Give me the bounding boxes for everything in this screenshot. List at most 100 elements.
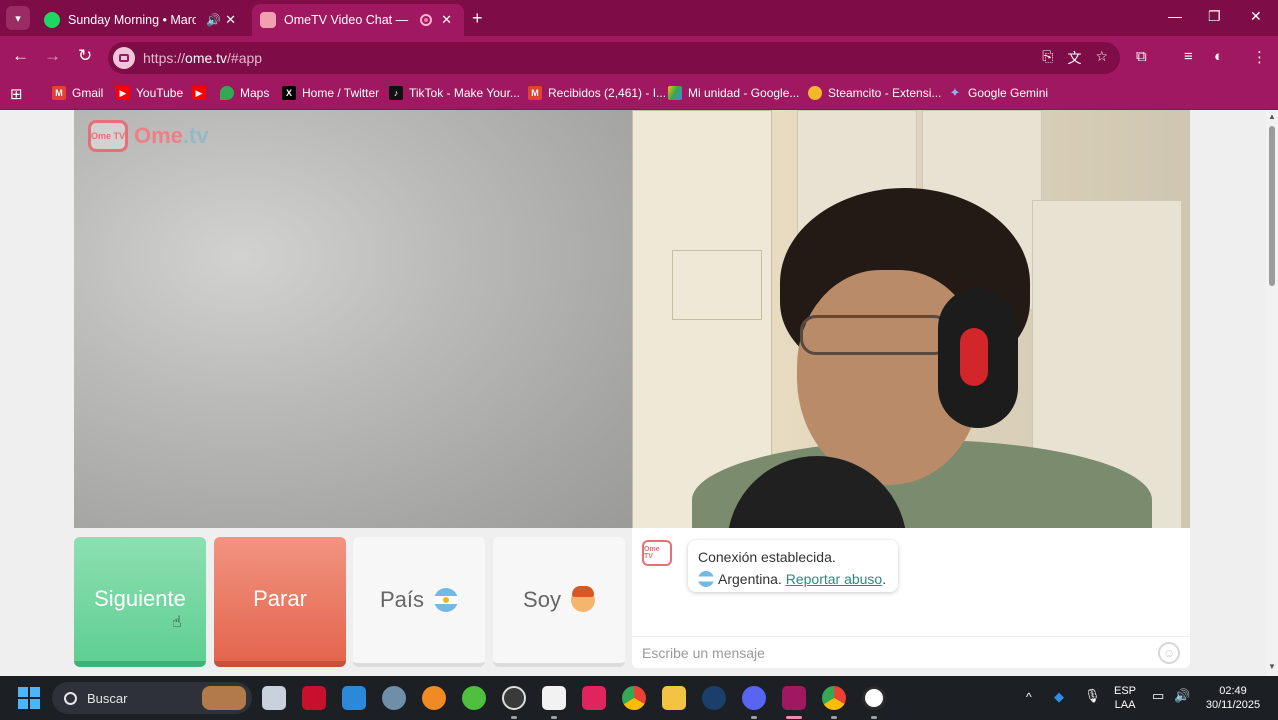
gmail-icon: M xyxy=(52,86,66,100)
close-window-icon[interactable]: ✕ xyxy=(1250,8,1262,25)
new-tab-icon[interactable]: + xyxy=(472,8,483,28)
spotify-icon xyxy=(44,12,60,28)
extensions-icon[interactable]: ⧉ xyxy=(1136,48,1147,65)
bookmark-gemini[interactable]: ✦ Google Gemini xyxy=(948,85,1049,100)
microphone-icon[interactable]: 🎙 xyxy=(1084,689,1101,703)
app-window-icon[interactable] xyxy=(342,686,366,710)
gender-button[interactable]: Soy xyxy=(493,537,625,667)
scroll-thumb[interactable] xyxy=(1269,126,1275,286)
file-explorer-icon[interactable] xyxy=(662,686,686,710)
tab-spotify[interactable]: Sunday Morning • Maroon 🔊 ✕ xyxy=(36,4,248,36)
minimize-icon[interactable]: — xyxy=(1168,8,1182,24)
network-icon[interactable]: ▭ xyxy=(1152,689,1164,703)
steam-icon[interactable] xyxy=(702,686,726,710)
tab-ometv[interactable]: OmeTV Video Chat — Ome ✕ xyxy=(252,4,464,36)
install-app-icon[interactable]: ⎘ xyxy=(1042,48,1053,68)
discord-icon[interactable] xyxy=(742,686,766,710)
url-text[interactable]: https://ome.tv/#app xyxy=(143,50,262,66)
maps-pin-icon xyxy=(220,86,234,100)
windows-start-icon[interactable] xyxy=(18,687,40,709)
connection-status-text: Conexión establecida. xyxy=(698,549,836,565)
taskbar-search[interactable]: Buscar xyxy=(52,682,252,714)
chrome-icon[interactable] xyxy=(622,686,646,710)
ometv-logo: Ome TV Ome.tv xyxy=(88,120,209,152)
partner-video: Ome TV Ome.tv xyxy=(74,110,632,528)
tab-title: OmeTV Video Chat — Ome xyxy=(284,13,412,27)
taskbar-search-label: Buscar xyxy=(87,690,128,706)
self-video xyxy=(632,110,1190,528)
chrome-icon[interactable] xyxy=(822,686,846,710)
running-indicator xyxy=(551,716,557,719)
tray-overflow-icon[interactable]: ^ xyxy=(1026,690,1032,704)
forward-icon[interactable]: → xyxy=(44,46,61,66)
speaker-icon[interactable]: 🔊 xyxy=(206,13,221,27)
profile-avatar[interactable]: ◐ xyxy=(1214,48,1223,65)
task-view-icon[interactable] xyxy=(262,686,286,710)
settings-gear-icon[interactable] xyxy=(382,686,406,710)
close-tab-icon[interactable]: ✕ xyxy=(225,12,236,28)
bookmark-gmail[interactable]: M Gmail xyxy=(52,86,103,100)
bookmark-steamcito[interactable]: Steamcito - Extensi... xyxy=(808,86,941,100)
volume-icon[interactable]: 🔊 xyxy=(1174,689,1190,703)
message-input[interactable] xyxy=(642,643,1122,663)
bookmark-drive[interactable]: Mi unidad - Google... xyxy=(668,86,799,100)
stop-button[interactable]: Parar xyxy=(214,537,346,667)
bookmark-maps[interactable]: Maps xyxy=(220,86,269,100)
bookmark-youtube-2[interactable]: ▶ xyxy=(192,86,212,100)
google-drive-icon xyxy=(668,86,682,100)
x-logo-icon: X xyxy=(282,86,296,100)
page-scrollbar[interactable]: ▲ ▼ xyxy=(1266,110,1278,676)
back-icon[interactable]: ← xyxy=(12,46,29,66)
tab-strip: ▾ Sunday Morning • Maroon 🔊 ✕ OmeTV Vide… xyxy=(0,0,1278,36)
gemini-sparkle-icon: ✦ xyxy=(949,85,961,100)
running-indicator xyxy=(871,716,877,719)
next-button-label: Siguiente xyxy=(94,586,186,611)
bookmark-tiktok[interactable]: ♪ TikTok - Make Your... xyxy=(389,86,520,100)
restore-icon[interactable]: ❐ xyxy=(1208,8,1221,25)
clock-time: 02:49 xyxy=(1219,685,1247,697)
next-button[interactable]: Siguiente xyxy=(74,537,206,667)
report-abuse-link[interactable]: Reportar abuso xyxy=(786,571,883,587)
system-message: Conexión establecida. Argentina. Reporta… xyxy=(688,540,898,592)
scroll-down-icon[interactable]: ▼ xyxy=(1268,662,1276,671)
headset xyxy=(938,288,1018,428)
search-highlight-icon xyxy=(202,686,246,710)
fl-studio-icon[interactable] xyxy=(422,686,446,710)
bookmark-gmail-inbox[interactable]: M Recibidos (2,461) - I... xyxy=(528,86,666,100)
bookmark-star-icon[interactable]: ☆ xyxy=(1095,48,1108,68)
scroll-up-icon[interactable]: ▲ xyxy=(1268,112,1276,121)
emoji-icon[interactable]: ☺ xyxy=(1158,642,1180,664)
utorrent-icon[interactable] xyxy=(462,686,486,710)
lens-app-icon[interactable] xyxy=(862,686,886,710)
apps-grid-icon[interactable]: ⊞ xyxy=(10,85,23,103)
acrobat-icon[interactable] xyxy=(582,686,606,710)
browser-toolbar: ← → ↻ https://ome.tv/#app ⎘ 文 ☆ ⧉ ≡ ◐ ⋮ xyxy=(0,36,1278,80)
chat-input-row: ☺ xyxy=(632,636,1190,668)
autocad-icon[interactable] xyxy=(302,686,326,710)
running-indicator xyxy=(751,716,757,719)
input-language[interactable]: ESP LAA xyxy=(1114,684,1136,712)
obs-icon[interactable] xyxy=(502,686,526,710)
defender-shield-icon[interactable]: ◆ xyxy=(1054,690,1064,704)
close-tab-icon[interactable]: ✕ xyxy=(441,12,452,28)
media-queue-icon[interactable]: ≡ xyxy=(1184,48,1193,65)
partner-country: Argentina. xyxy=(718,571,782,587)
translate-icon[interactable]: 文 xyxy=(1067,48,1081,68)
clock[interactable]: 02:49 30/11/2025 xyxy=(1200,684,1266,712)
reload-icon[interactable]: ↻ xyxy=(78,46,92,66)
capcut-icon[interactable] xyxy=(542,686,566,710)
address-bar[interactable]: https://ome.tv/#app ⎘ 文 ☆ xyxy=(108,42,1120,74)
chat-panel: Ome TV Conexión establecida. Argentina. … xyxy=(632,528,1190,668)
chrome-profile-icon[interactable] xyxy=(782,686,806,710)
bookmark-youtube[interactable]: ▶ YouTube xyxy=(116,86,183,100)
running-indicator xyxy=(831,716,837,719)
country-filter-button[interactable]: País xyxy=(353,537,485,667)
bookmark-twitter[interactable]: X Home / Twitter xyxy=(282,86,379,100)
glasses xyxy=(800,315,950,355)
gender-button-label: Soy xyxy=(523,587,561,612)
clock-date: 30/11/2025 xyxy=(1205,699,1261,711)
tab-search-button[interactable]: ▾ xyxy=(6,6,30,30)
menu-kebab-icon[interactable]: ⋮ xyxy=(1252,48,1267,66)
site-camera-icon[interactable] xyxy=(113,47,135,69)
shelf-box xyxy=(672,250,762,320)
